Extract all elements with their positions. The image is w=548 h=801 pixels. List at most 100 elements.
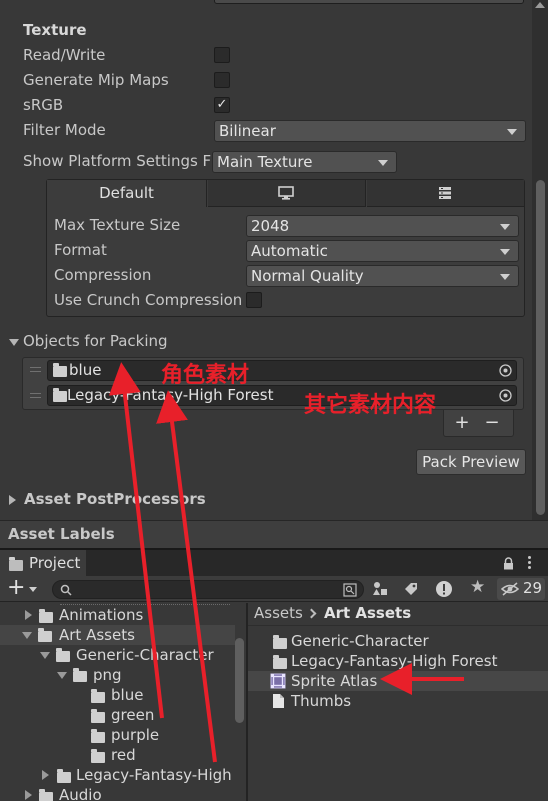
more-options-icon[interactable] xyxy=(528,555,532,571)
lock-icon[interactable] xyxy=(503,557,514,570)
compression-dropdown[interactable]: Normal Quality xyxy=(246,265,519,287)
crunch-checkbox[interactable] xyxy=(246,292,262,308)
pack-preview-button[interactable]: Pack Preview xyxy=(416,449,526,475)
objects-for-packing-foldout[interactable]: Objects for Packing xyxy=(9,332,309,352)
asset-item[interactable]: Generic-Character xyxy=(248,631,548,651)
compression-value: Normal Quality xyxy=(251,267,364,285)
compression-label: Compression xyxy=(54,266,152,284)
breadcrumb-current[interactable]: Art Assets xyxy=(324,604,411,622)
folder-icon xyxy=(273,655,287,669)
tree-item-red[interactable]: red xyxy=(0,745,235,765)
inspector-scrollbar-thumb[interactable] xyxy=(536,180,545,515)
tab-project[interactable]: Project xyxy=(0,550,86,576)
tab-default[interactable]: Default xyxy=(47,180,207,207)
folder-icon xyxy=(91,749,105,763)
breadcrumb-separator-icon xyxy=(306,608,317,619)
asset-label: Sprite Atlas xyxy=(291,672,378,690)
tree-item-png[interactable]: png xyxy=(0,665,235,685)
filter-mode-dropdown[interactable]: Bilinear xyxy=(214,120,526,142)
asset-label: Thumbs xyxy=(291,692,352,710)
tab-standalone[interactable] xyxy=(208,180,366,207)
top-cutoff-field[interactable] xyxy=(214,0,524,4)
add-element-button[interactable]: + xyxy=(452,412,472,434)
tree-item-art-assets[interactable]: Art Assets xyxy=(0,625,235,645)
asset-item[interactable]: Legacy-Fantasy-High Forest xyxy=(248,651,548,671)
folder-icon xyxy=(39,789,53,801)
folder-icon xyxy=(91,709,105,723)
tree-item-label: Animations xyxy=(59,606,144,624)
platform-settings-dropdown[interactable]: Main Texture xyxy=(212,151,397,173)
tree-item-generic-character[interactable]: Generic-Character xyxy=(0,645,235,665)
object-picker-icon[interactable] xyxy=(499,389,512,402)
chevron-down-icon xyxy=(29,587,37,592)
folder-icon xyxy=(39,609,53,623)
chevron-down-icon xyxy=(500,274,510,280)
sprite-atlas-icon xyxy=(270,673,286,689)
mip-maps-label: Generate Mip Maps xyxy=(23,71,169,89)
tree-item-animations[interactable]: Animations xyxy=(0,605,235,625)
srgb-checkbox[interactable]: ✓ xyxy=(214,97,230,113)
format-dropdown[interactable]: Automatic xyxy=(246,240,519,262)
annotation-character-material: 角色素材 xyxy=(161,363,250,388)
read-write-label: Read/Write xyxy=(23,46,106,64)
search-input[interactable] xyxy=(52,580,364,599)
tree-item-label: green xyxy=(111,706,155,724)
mip-maps-checkbox[interactable] xyxy=(214,72,230,88)
folder-icon xyxy=(57,769,71,783)
search-options-icon[interactable] xyxy=(343,583,357,597)
tree-item-label: Generic-Character xyxy=(76,646,214,664)
tab-default-label: Default xyxy=(99,184,154,202)
tree-item-blue[interactable]: blue xyxy=(0,685,235,705)
scroll-up-arrow[interactable] xyxy=(535,2,545,8)
breadcrumb-root[interactable]: Assets xyxy=(254,604,303,622)
max-texture-size-value: 2048 xyxy=(251,217,290,235)
foldout-collapsed-icon xyxy=(42,770,49,780)
tab-server[interactable] xyxy=(367,180,524,207)
breadcrumb: Assets Art Assets xyxy=(248,603,548,626)
hidden-packages-toggle[interactable]: 29 xyxy=(497,578,545,600)
platform-settings-value: Main Texture xyxy=(217,153,313,171)
favorite-star-icon[interactable]: ★ xyxy=(470,577,485,597)
asset-item[interactable]: Thumbs xyxy=(248,691,548,711)
tree-item-label: Art Assets xyxy=(59,626,135,644)
assets-panel: Assets Art Assets Generic-Character Lega… xyxy=(248,603,548,801)
file-icon xyxy=(273,694,284,708)
create-button[interactable]: + xyxy=(5,575,41,600)
tree-item-legacy-fantasy[interactable]: Legacy-Fantasy-High xyxy=(0,765,235,785)
list-item[interactable]: Legacy-Fantasy-High Forest xyxy=(23,384,523,409)
drag-handle-icon[interactable] xyxy=(30,367,41,372)
tree-item-label: Audio xyxy=(59,786,102,801)
warning-icon[interactable] xyxy=(435,580,453,598)
asset-item[interactable]: Sprite Atlas xyxy=(248,671,548,691)
drag-handle-icon[interactable] xyxy=(30,393,41,398)
foldout-collapsed-icon xyxy=(25,790,32,800)
tree-item-audio[interactable]: Audio xyxy=(0,785,235,801)
eye-hidden-icon xyxy=(501,582,519,596)
object-name: blue xyxy=(69,361,102,379)
tab-project-label: Project xyxy=(29,554,81,572)
asset-labels-label: Asset Labels xyxy=(8,525,115,543)
folder-icon xyxy=(91,729,105,743)
tree-scrollbar-thumb[interactable] xyxy=(235,638,244,723)
chevron-down-icon xyxy=(378,160,388,166)
tree-item-purple[interactable]: purple xyxy=(0,725,235,745)
tree-item-label: png xyxy=(93,666,122,684)
folder-icon xyxy=(273,635,287,649)
format-label: Format xyxy=(54,241,107,259)
tree-item-green[interactable]: green xyxy=(0,705,235,725)
tree-item-label: purple xyxy=(111,726,160,744)
list-item[interactable]: blue xyxy=(23,358,523,383)
crunch-label: Use Crunch Compression xyxy=(54,291,243,309)
filter-by-label-icon[interactable] xyxy=(403,581,419,597)
annotation-other-material: 其它素材内容 xyxy=(304,393,437,418)
max-texture-size-dropdown[interactable]: 2048 xyxy=(246,215,519,237)
object-field[interactable] xyxy=(47,360,517,381)
asset-labels-bar[interactable]: Asset Labels xyxy=(0,520,548,548)
asset-label: Generic-Character xyxy=(291,632,429,650)
remove-element-button[interactable]: − xyxy=(482,412,502,434)
object-picker-icon[interactable] xyxy=(499,364,512,377)
filter-by-type-icon[interactable] xyxy=(372,581,388,597)
hidden-count: 29 xyxy=(523,579,543,597)
read-write-checkbox[interactable] xyxy=(214,47,230,63)
asset-postprocessors-foldout[interactable]: Asset PostProcessors xyxy=(9,490,309,510)
